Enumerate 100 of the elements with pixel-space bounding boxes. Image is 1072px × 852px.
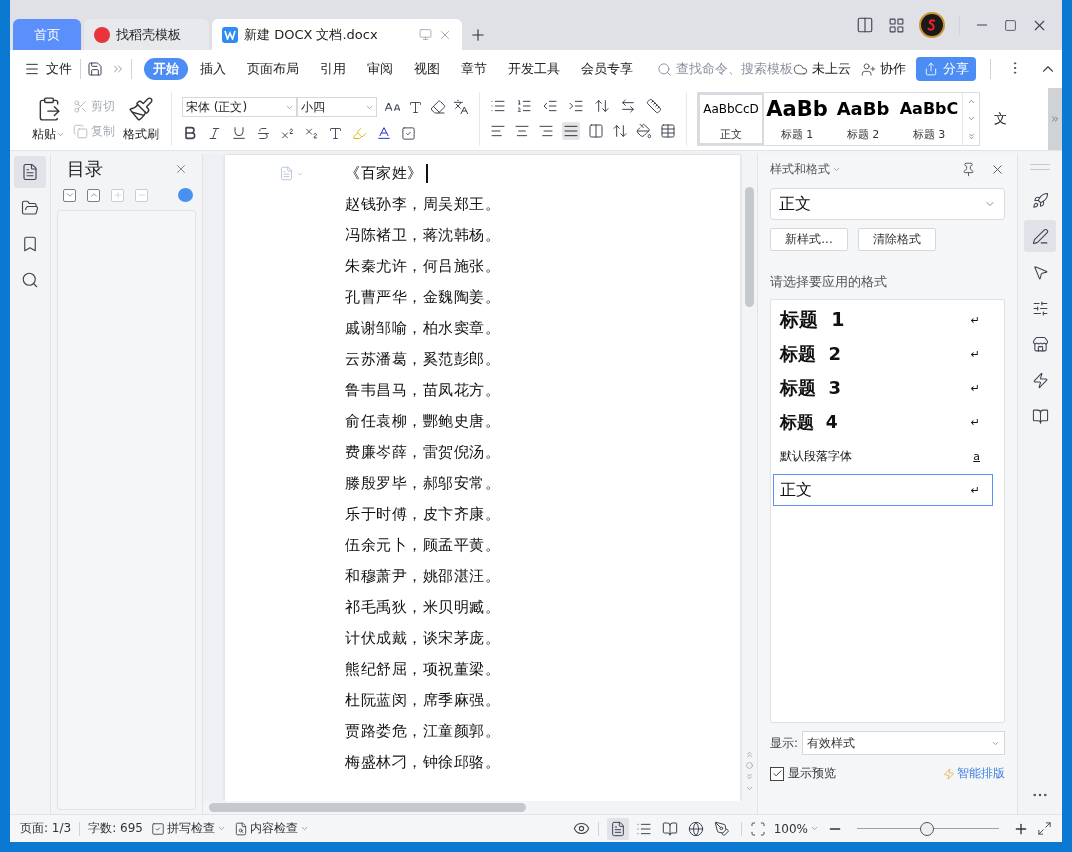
close-icon[interactable] [174,162,188,176]
document-line: 云苏潘葛，奚范彭郎。 [345,350,500,369]
document-line: 冯陈褚卫，蒋沈韩杨。 [345,226,500,245]
current-style-select[interactable]: 正文 [770,188,1005,220]
increase-indent-icon[interactable] [568,98,584,114]
font-name-select[interactable]: 宋体 (正文) [182,97,297,117]
ruler-icon[interactable] [646,98,662,114]
document-line: 赵钱孙李，周吴郑王。 [345,195,500,214]
preview-checkbox[interactable] [770,766,784,781]
smart-layout-link[interactable]: 智能排版 [943,765,1005,782]
pen-tool-button[interactable] [1024,220,1056,252]
line-spacing-icon[interactable] [612,123,628,139]
ribbon-tab[interactable]: 页面布局 [238,58,308,80]
superscript-icon[interactable] [280,125,295,141]
avatar[interactable] [919,12,945,38]
docer-tab[interactable]: 找稻壳模板 [84,19,209,50]
document-line: 杜阮蓝闵，席季麻强。 [345,691,500,710]
pen-icon [713,820,730,837]
bold-icon[interactable] [182,125,198,141]
justify-button[interactable] [562,122,580,140]
align-center-icon[interactable] [514,123,530,139]
checkbox-icon [150,821,165,836]
shading-icon[interactable] [636,123,652,139]
document-line: 贾路娄危，江童颜郭。 [345,722,500,741]
numbering-icon[interactable] [516,98,532,114]
pen-icon [1031,227,1049,245]
save-icon[interactable] [87,61,103,77]
maximize-icon[interactable] [1004,18,1017,32]
text-cursor [425,164,428,183]
globe-icon [687,820,704,837]
underline-icon[interactable] [231,125,247,141]
align-right-icon[interactable] [538,123,554,139]
horizontal-scroll-thumb[interactable] [209,803,526,812]
subscript-icon[interactable] [304,125,319,141]
search-icon [21,271,39,289]
ribbon-tab[interactable]: 引用 [311,58,355,80]
ribbon-tab[interactable]: 会员专享 [572,58,642,80]
collaborate-button[interactable]: 协作 [861,60,906,78]
content-check-button[interactable]: 内容检查 [233,820,309,837]
ribbon-tab[interactable]: 开发工具 [499,58,569,80]
word-count[interactable]: 字数: 695 [88,820,143,837]
pinyin-icon[interactable] [453,99,469,115]
ribbon-overflow-label[interactable]: 文 [994,110,1007,128]
panel-title-menu[interactable]: 样式和格式 [770,160,841,178]
paste-button[interactable]: 粘贴 [30,95,67,143]
zoom-level-button[interactable]: 100% [773,821,819,836]
check-icon [771,768,783,779]
font-color-icon[interactable] [376,125,392,141]
chevron-up-icon [88,190,99,200]
new-style-button[interactable]: 新样式... [770,228,848,251]
scroll-thumb[interactable] [745,187,754,307]
format-painter-button[interactable]: 格式刷 [121,95,161,143]
style-preset[interactable]: AaBbCcD 正文 [698,93,764,145]
cloud-status-button[interactable]: 未上云 [793,60,851,78]
zoom-slider-thumb[interactable] [919,821,934,836]
ribbon-tab[interactable]: 审阅 [358,58,402,80]
show-filter-select[interactable]: 有效样式 [802,731,1005,755]
apps-grid-icon[interactable] [888,16,905,34]
document-line: 伍余元卜，顾孟平黄。 [345,536,500,555]
borders-icon[interactable] [660,123,676,139]
character-border-icon[interactable] [401,125,416,141]
text-direction-icon[interactable] [620,98,636,114]
spell-check-button[interactable]: 拼写检查 [150,820,226,837]
italic-icon[interactable] [207,125,222,141]
ribbon-tab[interactable]: 视图 [405,58,449,80]
document-title: 《百家姓》 [345,164,423,183]
document-line: 朱秦尤许，何吕施张。 [345,257,500,276]
document-line: 鲁韦昌马，苗凤花方。 [345,381,500,400]
ribbon-tab[interactable]: 插入 [191,58,235,80]
pin-icon[interactable] [961,161,976,177]
file-menu[interactable]: 文件 [22,60,80,78]
document-line: 熊纪舒屈，项祝董梁。 [345,660,500,679]
writer-logo-icon [222,26,238,43]
toc-nav-button[interactable] [14,156,46,188]
fullscreen-icon[interactable] [1037,821,1052,836]
cloud-icon [793,61,808,77]
scissors-icon [73,99,88,114]
document-line: 俞任袁柳，酆鲍史唐。 [345,412,500,431]
preview-label: 显示预览 [788,765,836,782]
text-effect-icon[interactable] [328,125,343,141]
style-item[interactable]: 正文 ↵ [773,474,993,506]
strikethrough-icon[interactable] [256,125,271,141]
font-size-select[interactable]: 小四 [297,97,377,117]
clear-format-button[interactable]: 清除格式 [858,228,936,251]
document-line: 孔曹严华，金魏陶姜。 [345,288,500,307]
sort-icon[interactable] [594,98,610,114]
bullets-icon[interactable] [490,98,506,114]
drag-handle[interactable] [1030,164,1050,170]
sliders-icon [1031,299,1049,317]
share-icon [923,62,938,76]
book-icon [661,820,678,837]
eye-icon[interactable] [572,820,590,837]
ribbon-tab[interactable]: 章节 [452,58,496,80]
align-left-icon[interactable] [490,123,506,139]
caret-icon [810,824,819,833]
page-view-button[interactable] [606,817,629,840]
store-icon [1031,335,1049,353]
decrease-indent-icon[interactable] [542,98,558,114]
collapse-level-button[interactable] [87,188,100,202]
expand-level-button[interactable] [63,188,76,202]
